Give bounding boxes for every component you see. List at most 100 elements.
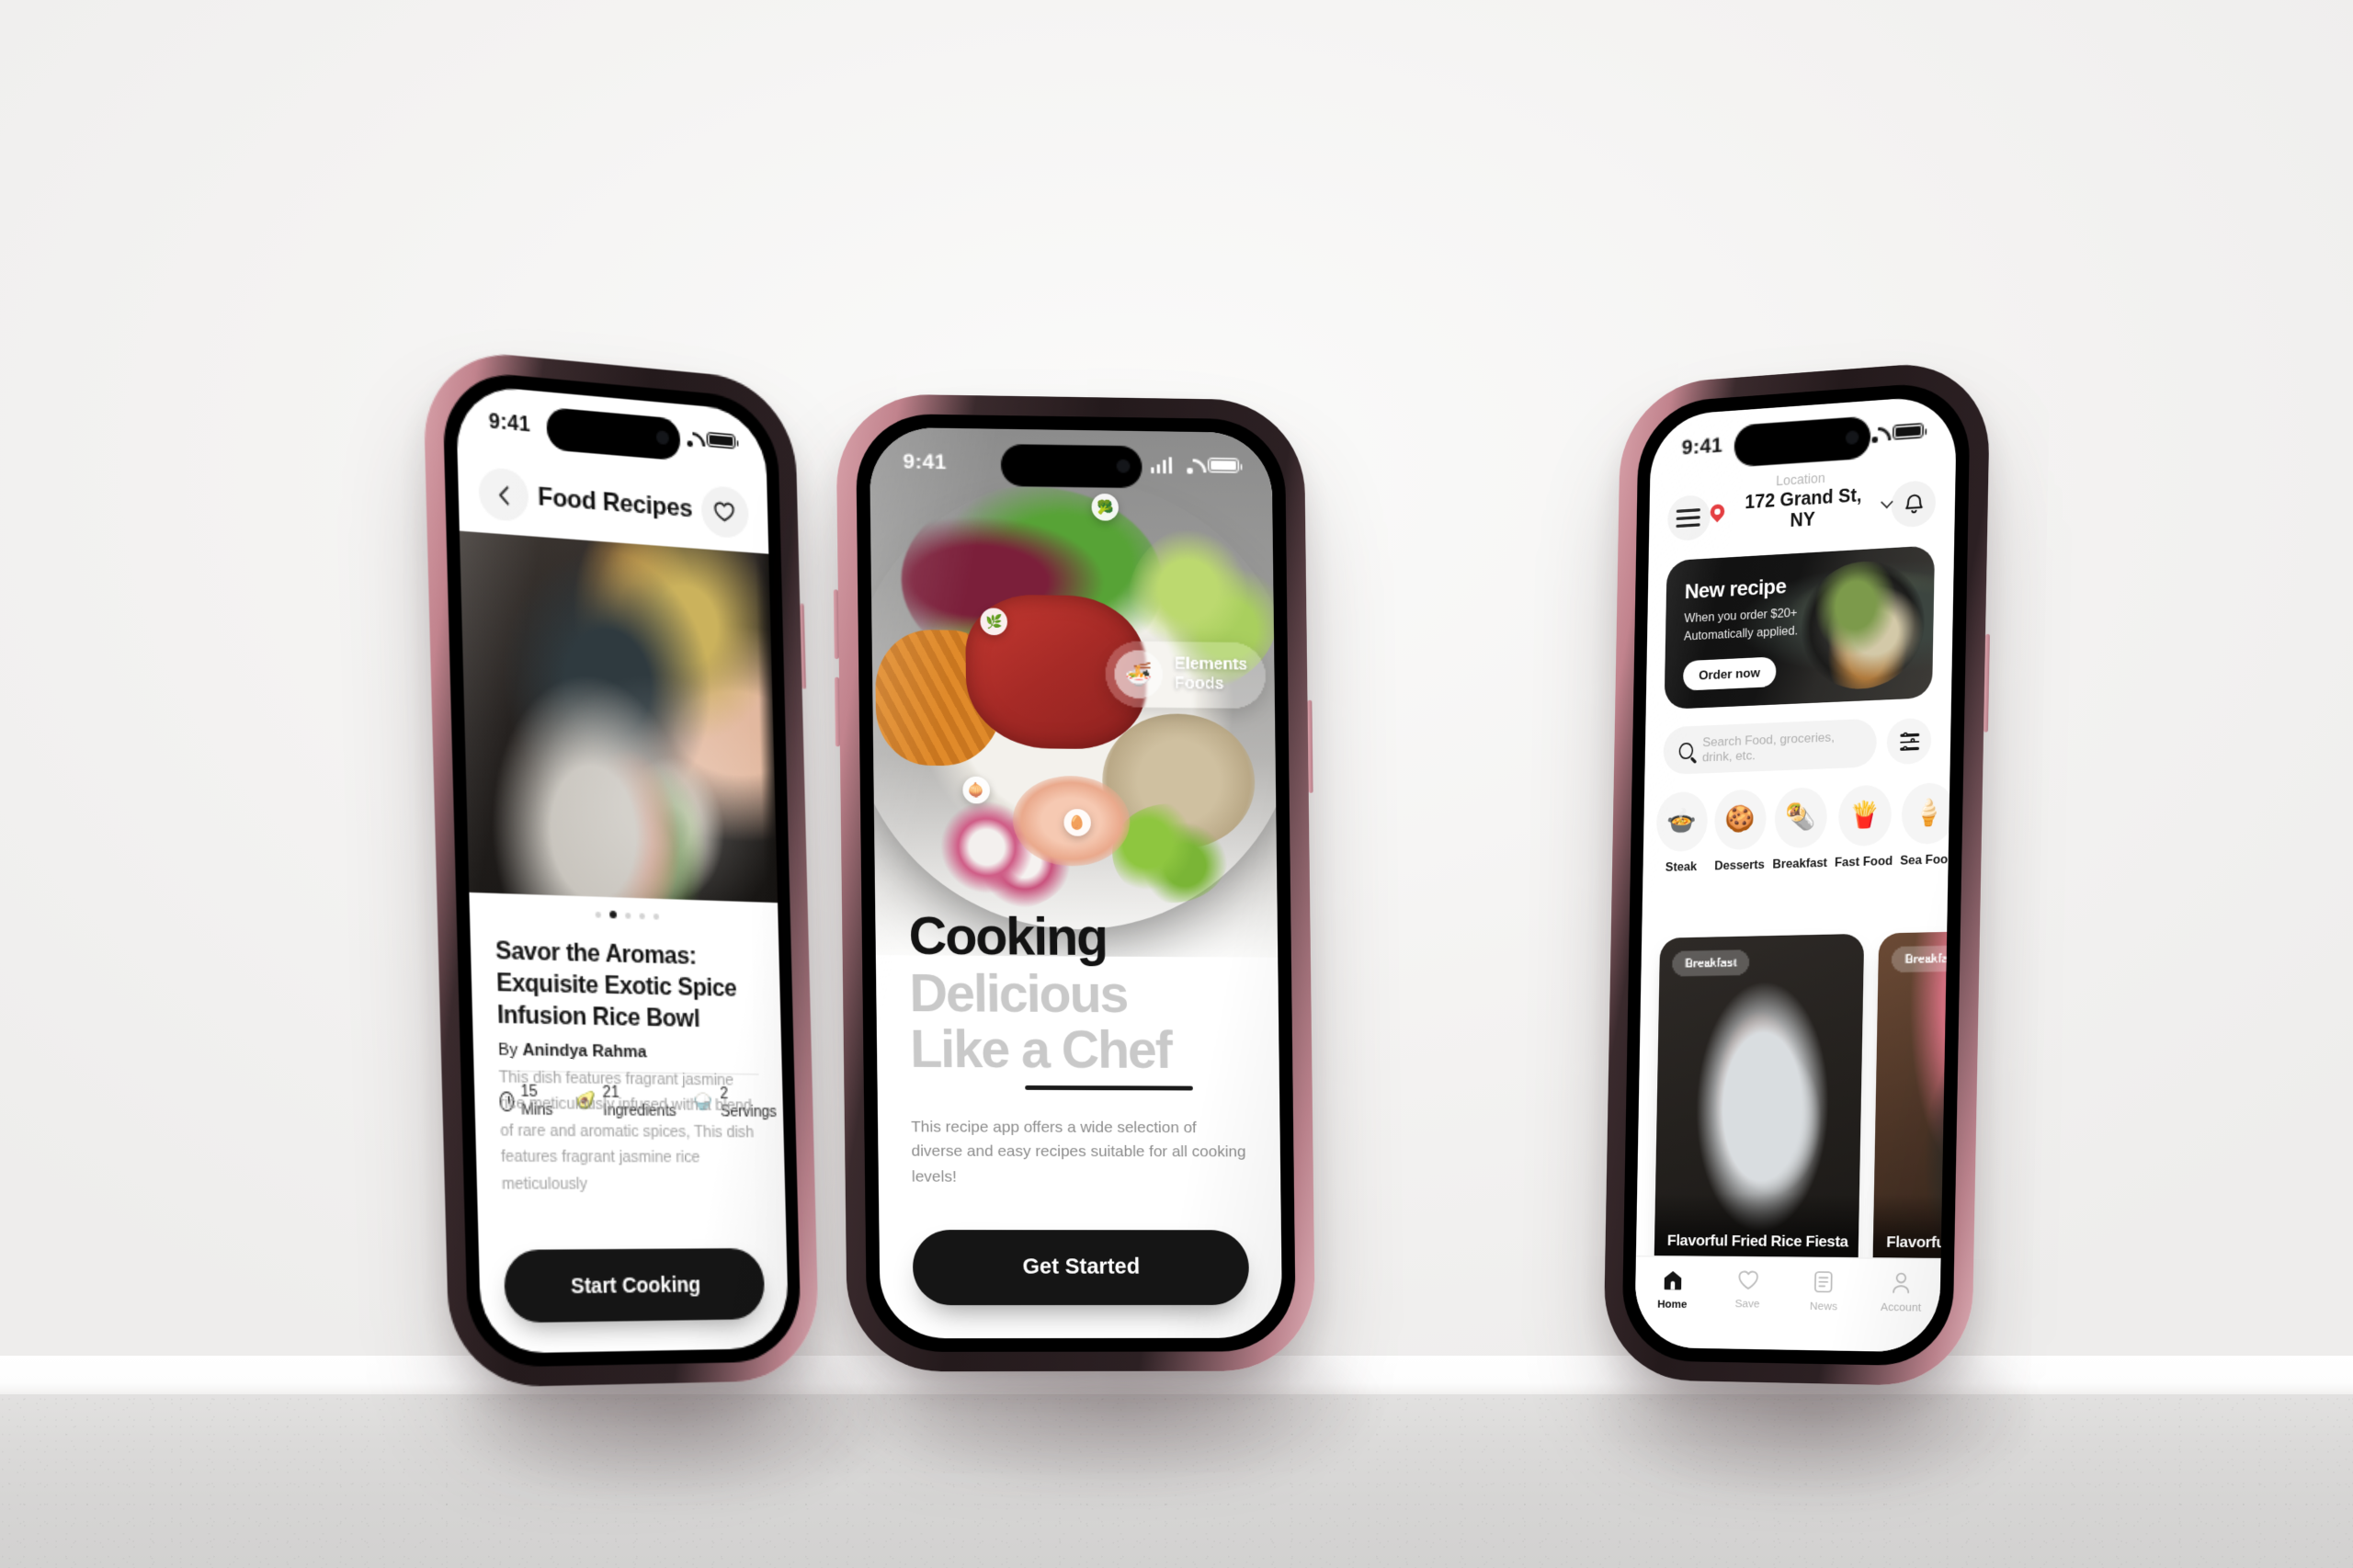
tab-label: News [1809, 1299, 1838, 1313]
status-time: 9:41 [488, 407, 531, 437]
phone3-screen: 9:41 Location 172 Grand St, NY New recip… [1634, 394, 1958, 1353]
headline-line1: Cooking [908, 906, 1108, 967]
back-button[interactable] [478, 466, 529, 523]
fries-icon: 🍟 [1837, 784, 1892, 847]
carousel-dot[interactable] [594, 911, 601, 917]
category-label: Sea Food [1900, 850, 1956, 869]
card-tag: Breakfast [1672, 949, 1751, 977]
phone-device-onboarding: 🥦 🌿 🧅 🥚 🍜 Elements Foods 9:41 Cooking De… [833, 392, 1316, 1372]
tab-home[interactable]: Home [1635, 1268, 1711, 1311]
recipe-title: Savor the Aromas: Exquisite Exotic Spice… [494, 937, 737, 1032]
order-now-button[interactable]: Order now [1682, 656, 1777, 691]
bottom-tab-bar: Home Save News Account [1634, 1255, 1941, 1353]
recipe-card[interactable]: Breakfast Flavorful Fried By Karina Anin… [1871, 928, 1958, 1312]
carousel-dot-active[interactable] [608, 910, 617, 919]
battery-icon [1207, 457, 1240, 474]
carousel-dot[interactable] [638, 912, 644, 919]
search-input[interactable]: Search Food, groceries, drink, etc. [1663, 718, 1878, 776]
elements-foods-badge[interactable]: 🍜 Elements Foods [1105, 641, 1267, 710]
carousel-dots[interactable] [470, 906, 779, 924]
category-item-fast-food[interactable]: 🍟 Fast Food [1835, 784, 1894, 869]
category-label: Desserts [1714, 856, 1766, 873]
phone2-dynamic-island [1000, 444, 1142, 489]
status-time: 9:41 [1681, 432, 1723, 460]
ice-cream-icon: 🍦 [1901, 781, 1956, 846]
account-person-icon [1892, 1271, 1911, 1294]
category-label: Steak [1665, 858, 1698, 875]
recipe-card[interactable]: Breakfast Flavorful Fried Rice Fiesta By… [1653, 933, 1865, 1309]
tab-save[interactable]: Save [1710, 1269, 1786, 1311]
favorite-button[interactable] [700, 484, 749, 540]
tab-account[interactable]: Account [1862, 1271, 1941, 1314]
card-title: Flavorful Fried [1886, 1233, 1958, 1253]
search-icon [1678, 742, 1693, 759]
recipe-photo [459, 530, 779, 903]
menu-button[interactable] [1666, 494, 1711, 542]
start-cooking-button[interactable]: Start Cooking [503, 1247, 766, 1324]
notifications-button[interactable] [1891, 479, 1937, 528]
phone3-power-button[interactable] [1984, 633, 1990, 733]
onboarding-headline: Cooking Delicious Like a Chef [908, 906, 1246, 1080]
promo-dish-photo [1800, 558, 1927, 692]
bell-icon [1904, 492, 1923, 516]
promo-banner[interactable]: New recipe When you order $20+ Automatic… [1664, 545, 1936, 710]
search-row: Search Food, groceries, drink, etc. [1663, 716, 1932, 776]
phone2-volume-down-button[interactable] [834, 676, 840, 747]
ingredient-pin-onion[interactable]: 🧅 [962, 777, 991, 804]
recipe-hero-image[interactable] [459, 530, 779, 903]
promo-text: New recipe When you order $20+ Automatic… [1684, 573, 1799, 645]
card-tag: Breakfast [1891, 945, 1958, 973]
author-name: Anindya Rahma [522, 1041, 647, 1062]
recipe-author: By Anindya Rahma [498, 1041, 759, 1063]
headline-line2: Delicious [909, 963, 1128, 1024]
carousel-dot[interactable] [653, 913, 659, 919]
phone1-volume-button[interactable] [800, 603, 807, 689]
tab-label: Save [1734, 1296, 1760, 1311]
cookies-icon: 🍪 [1713, 789, 1768, 851]
page-title: Food Recipes [537, 482, 693, 523]
category-item-steak[interactable]: 🍲 Steak [1655, 790, 1709, 875]
location-value: 172 Grand St, NY [1745, 483, 1862, 531]
promo-title: New recipe [1684, 573, 1787, 604]
filter-sliders-icon [1899, 731, 1919, 751]
map-pin-icon [1710, 504, 1724, 524]
carousel-dot[interactable] [624, 912, 631, 918]
get-started-button[interactable]: Get Started [912, 1230, 1250, 1306]
onboarding-subtitle: This recipe app offers a wide selection … [911, 1117, 1246, 1187]
search-placeholder: Search Food, groceries, drink, etc. [1701, 729, 1836, 765]
by-prefix: By [497, 1041, 518, 1061]
chevron-left-icon [497, 484, 509, 506]
cellular-bars-icon [1150, 456, 1173, 473]
category-item-breakfast[interactable]: 🌯 Breakfast [1772, 786, 1828, 871]
category-item-sea-food[interactable]: 🍦 Sea Food [1900, 781, 1957, 869]
category-list: 🍲 Steak 🍪 Desserts 🌯 Breakfast 🍟 Fast Fo… [1655, 781, 1956, 875]
phone2-power-button[interactable] [1307, 699, 1313, 793]
headline-underline [1025, 1085, 1193, 1090]
heart-icon [714, 501, 735, 523]
phone2-volume-up-button[interactable] [833, 589, 839, 660]
category-item-desserts[interactable]: 🍪 Desserts [1713, 789, 1768, 873]
recipe-description: This dish features fragrant jasmine rice… [498, 1068, 755, 1194]
card-title: Flavorful Fried Rice Fiesta [1666, 1232, 1848, 1252]
tab-news[interactable]: News [1785, 1270, 1862, 1313]
badge-line1: Elements [1174, 654, 1248, 674]
home-icon [1664, 1270, 1682, 1290]
news-document-icon [1814, 1270, 1834, 1293]
filter-button[interactable] [1886, 717, 1932, 766]
wifi-icon [680, 428, 700, 447]
noodles-egg-icon: 🍜 [1114, 650, 1164, 699]
tab-label: Account [1880, 1300, 1922, 1314]
wifi-icon [1179, 457, 1200, 473]
burrito-icon: 🌯 [1774, 786, 1828, 849]
battery-icon [706, 431, 736, 450]
badge-line2: Foods [1174, 675, 1224, 694]
onboarding-content: Cooking Delicious Like a Chef This recip… [875, 906, 1282, 1338]
tab-label: Home [1657, 1297, 1688, 1312]
hamburger-menu-icon [1677, 508, 1701, 528]
steak-bowl-icon: 🍲 [1655, 790, 1709, 853]
category-label: Breakfast [1772, 854, 1828, 871]
promo-subtitle: When you order $20+ Automatically applie… [1684, 605, 1799, 645]
phone2-screen: 🥦 🌿 🧅 🥚 🍜 Elements Foods 9:41 Cooking De… [869, 426, 1283, 1339]
phones-stage: 9:41 Food Recipes Savor the Aromas: Exqu… [0, 0, 2353, 1568]
phone1-screen: 9:41 Food Recipes Savor the Aromas: Exqu… [455, 383, 790, 1354]
